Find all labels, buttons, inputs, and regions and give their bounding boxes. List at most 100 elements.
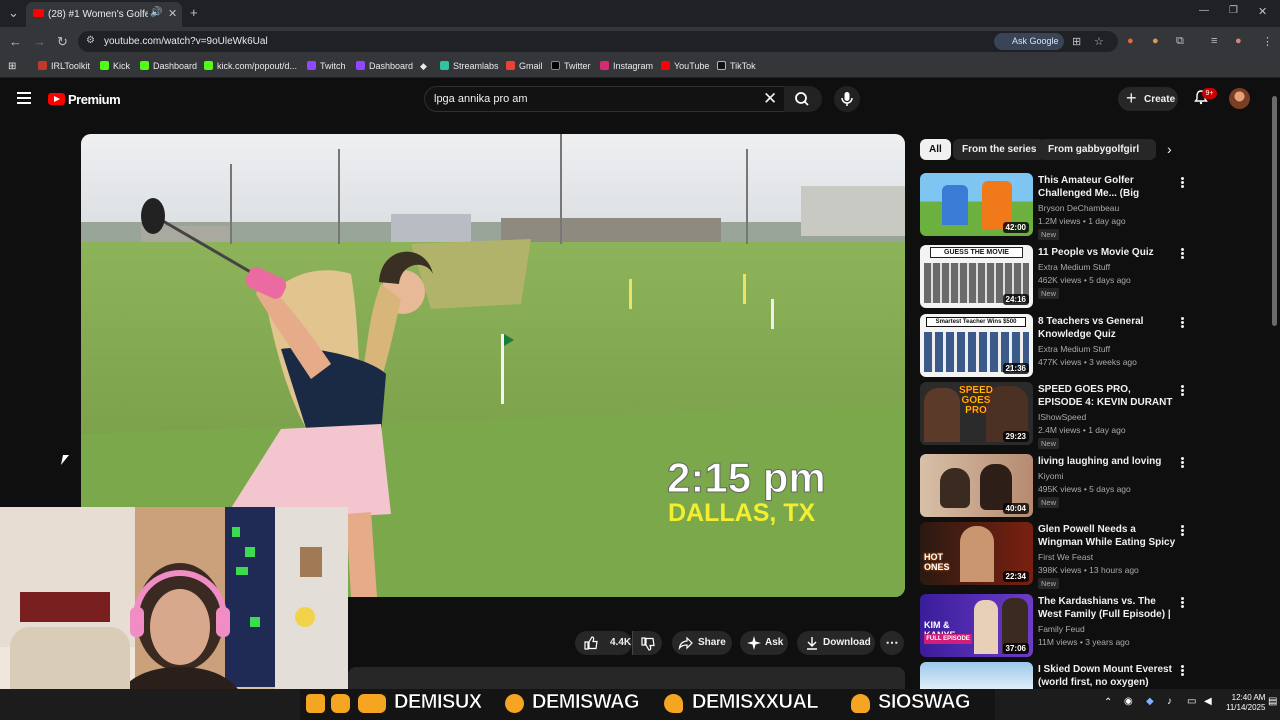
video-meta: 398K views • 13 hours ago xyxy=(1038,565,1139,575)
chevron-right-icon[interactable]: › xyxy=(1167,141,1172,157)
video-menu-icon[interactable] xyxy=(1181,385,1184,396)
video-menu-icon[interactable] xyxy=(1181,665,1184,676)
microphone-icon[interactable]: ♪ xyxy=(1167,696,1172,707)
bookmark-star-icon[interactable]: ☆ xyxy=(1094,35,1104,48)
more-actions-icon[interactable]: ⋯ xyxy=(880,631,904,655)
reading-list-icon[interactable]: ≡ xyxy=(1211,35,1217,47)
video-title[interactable]: 11 People vs Movie Quiz xyxy=(1038,246,1176,259)
video-title[interactable]: I Skied Down Mount Everest (world first,… xyxy=(1038,663,1176,689)
video-menu-icon[interactable] xyxy=(1181,248,1184,259)
video-title[interactable]: The Kardashians vs. The West Family (Ful… xyxy=(1038,595,1176,621)
like-button[interactable]: 4.4K xyxy=(575,631,632,655)
ask-button[interactable]: Ask xyxy=(740,631,788,655)
description-box[interactable] xyxy=(348,667,905,689)
video-thumbnail[interactable]: 40:04 xyxy=(920,454,1033,517)
new-tab-icon[interactable]: + xyxy=(190,5,198,20)
video-title[interactable]: SPEED GOES PRO, EPISODE 4: KEVIN DURANT xyxy=(1038,383,1176,409)
share-button[interactable]: Share xyxy=(672,631,732,655)
chip-all[interactable]: All xyxy=(920,139,951,160)
bookmark-instagram[interactable]: Instagram xyxy=(600,61,653,71)
install-app-icon[interactable]: ⊞ xyxy=(1072,35,1081,48)
clear-search-icon[interactable]: ✕ xyxy=(763,89,777,109)
bookmark-twitter[interactable]: Twitter xyxy=(551,61,591,71)
bookmark-dashboard[interactable]: Dashboard xyxy=(140,61,197,71)
video-thumbnail[interactable] xyxy=(920,662,1033,689)
video-channel[interactable]: Extra Medium Stuff xyxy=(1038,344,1110,354)
voice-search-button[interactable] xyxy=(834,86,860,112)
video-menu-icon[interactable] xyxy=(1181,177,1184,188)
tab-close-icon[interactable]: ✕ xyxy=(168,7,177,20)
bookmark-dashboard-2[interactable]: Dashboard xyxy=(356,61,413,71)
tray-app-icon[interactable]: ◉ xyxy=(1124,696,1133,707)
volume-icon[interactable]: ◀ xyxy=(1204,696,1212,707)
video-meta: 462K views • 5 days ago xyxy=(1038,275,1131,285)
video-channel[interactable]: First We Feast xyxy=(1038,552,1093,562)
extension-icon[interactable]: ● xyxy=(1127,35,1134,47)
video-channel[interactable]: Extra Medium Stuff xyxy=(1038,262,1110,272)
browser-tab-active[interactable]: (28) #1 Women's Golfer In 🔊 ✕ xyxy=(26,2,182,27)
bookmark-twitch[interactable]: Twitch xyxy=(307,61,346,71)
maximize-icon[interactable]: ❐ xyxy=(1229,5,1238,16)
video-title[interactable]: Glen Powell Needs a Wingman While Eating… xyxy=(1038,523,1176,549)
youtube-logo-icon[interactable] xyxy=(48,93,65,105)
video-menu-icon[interactable] xyxy=(1181,317,1184,328)
video-title[interactable]: living laughing and loving xyxy=(1038,455,1176,468)
forward-icon[interactable]: → xyxy=(33,34,46,49)
video-thumbnail[interactable]: 42:00 xyxy=(920,173,1033,236)
bookmark-irltoolkit[interactable]: IRLToolkit xyxy=(38,61,90,71)
network-icon[interactable]: ▭ xyxy=(1187,696,1196,707)
video-title[interactable]: This Amateur Golfer Challenged Me... (Bi… xyxy=(1038,174,1176,200)
video-thumbnail[interactable]: SPEED GOES PRO 29:23 xyxy=(920,382,1033,445)
youtube-premium-brand[interactable]: Premium xyxy=(68,92,121,107)
extension-icon[interactable]: ● xyxy=(1152,35,1159,47)
minimize-icon[interactable]: — xyxy=(1199,5,1209,16)
tray-chevron-icon[interactable]: ⌃ xyxy=(1104,697,1112,708)
video-menu-icon[interactable] xyxy=(1181,525,1184,536)
chip-from-gabbygolfgirl[interactable]: From gabbygolfgirl xyxy=(1039,139,1149,160)
bookmark-kick-popout[interactable]: kick.com/popout/d... xyxy=(204,61,297,71)
bookmark-gmail[interactable]: Gmail xyxy=(506,61,543,71)
video-channel[interactable]: Family Feud xyxy=(1038,624,1085,634)
profile-icon[interactable]: ● xyxy=(1235,35,1242,47)
notification-center-icon[interactable]: ▤ xyxy=(1268,696,1277,707)
tray-app-icon[interactable]: ◆ xyxy=(1146,696,1154,707)
dislike-button[interactable] xyxy=(632,631,662,655)
tab-search-icon[interactable]: ⌄ xyxy=(8,5,19,21)
bookmark-youtube[interactable]: YouTube xyxy=(661,61,709,71)
reload-icon[interactable]: ↻ xyxy=(57,34,68,50)
window-close-icon[interactable]: ✕ xyxy=(1258,5,1267,18)
search-button[interactable] xyxy=(784,86,822,112)
chip-from-the-series[interactable]: From the series xyxy=(953,139,1046,160)
video-title[interactable]: 8 Teachers vs General Knowledge Quiz xyxy=(1038,315,1176,341)
download-button[interactable]: Download xyxy=(797,631,875,655)
site-info-icon[interactable]: ⚙ xyxy=(86,35,95,46)
url-text[interactable]: youtube.com/watch?v=9oUleWk6Ual xyxy=(104,36,268,47)
video-menu-icon[interactable] xyxy=(1181,457,1184,468)
bookmark-diamond-icon[interactable]: ◆ xyxy=(420,61,427,72)
video-channel[interactable]: IShowSpeed xyxy=(1038,412,1086,422)
page-scrollbar[interactable] xyxy=(1272,96,1277,326)
hamburger-menu-icon[interactable] xyxy=(17,92,31,104)
video-channel[interactable]: Kiyomi xyxy=(1038,471,1064,481)
video-channel[interactable]: Bryson DeChambeau xyxy=(1038,203,1119,213)
browser-menu-icon[interactable]: ⋮ xyxy=(1262,35,1273,48)
search-query[interactable]: lpga annika pro am xyxy=(434,93,528,105)
bookmark-tiktok[interactable]: TikTok xyxy=(717,61,756,71)
back-icon[interactable]: ← xyxy=(9,34,22,49)
create-button[interactable]: Create xyxy=(1118,87,1178,111)
video-thumbnail[interactable]: HOT ONES 22:34 xyxy=(920,522,1033,585)
video-thumbnail[interactable]: KIM & KANYE FULL EPISODE 37:06 xyxy=(920,594,1033,657)
extensions-puzzle-icon[interactable]: ⧉ xyxy=(1176,35,1184,48)
taskbar-clock[interactable]: 12:40 AM 11/14/2025 xyxy=(1226,693,1265,713)
bookmark-streamlabs[interactable]: Streamlabs xyxy=(440,61,499,71)
chip-partial[interactable] xyxy=(1140,139,1156,160)
ask-google-button[interactable]: Ask Google xyxy=(994,33,1064,50)
video-thumbnail[interactable]: GUESS THE MOVIE 24:16 xyxy=(920,245,1033,308)
handle-twitter: DEMISXXUAL xyxy=(692,691,819,714)
bookmark-kick[interactable]: Kick xyxy=(100,61,130,71)
video-menu-icon[interactable] xyxy=(1181,597,1184,608)
video-thumbnail[interactable]: Smartest Teacher Wins $500 21:36 xyxy=(920,314,1033,377)
audio-playing-icon[interactable]: 🔊 xyxy=(150,7,162,18)
apps-icon[interactable]: ⊞ xyxy=(8,61,16,72)
account-avatar[interactable] xyxy=(1229,88,1250,109)
